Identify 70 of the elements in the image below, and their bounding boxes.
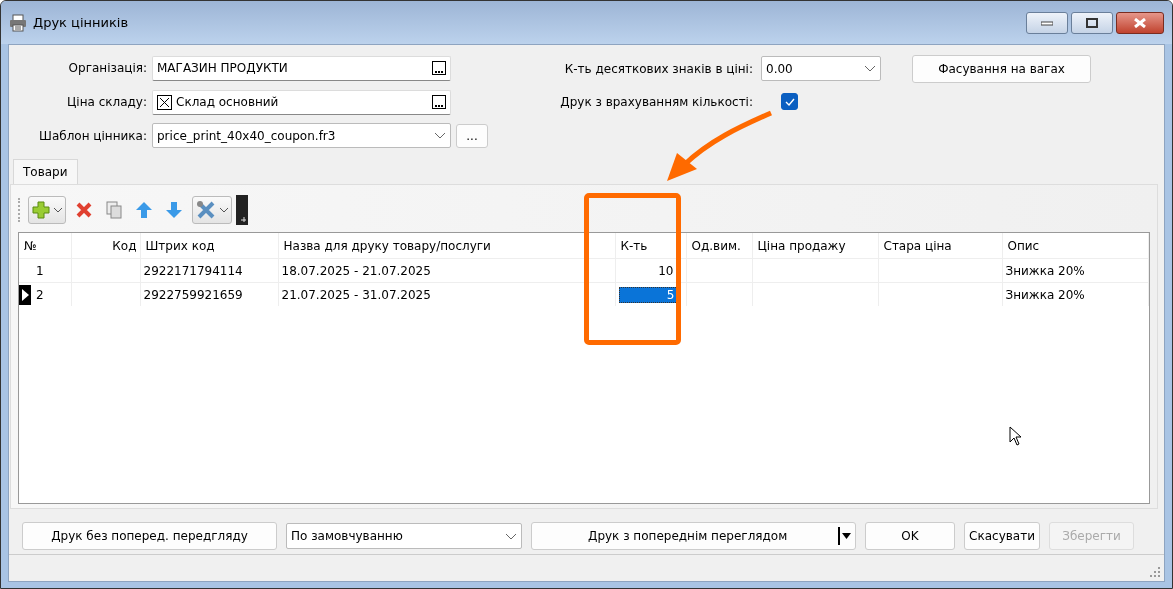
weighing-button[interactable]: Фасування на вагах <box>912 54 1091 83</box>
field-value: Склад основний <box>176 95 280 109</box>
field-value: МАГАЗИН ПРОДУКТИ <box>157 61 289 76</box>
caret-icon <box>54 207 62 213</box>
close-button[interactable] <box>1116 12 1164 34</box>
printer-icon <box>9 13 27 32</box>
dialog-button[interactable]: Скасувати <box>964 522 1040 550</box>
column-header[interactable]: Код <box>71 233 140 259</box>
minimize-button[interactable] <box>1026 12 1068 34</box>
column-header[interactable]: К-ть <box>615 233 686 259</box>
tools-icon <box>196 200 216 220</box>
table-cell: 18.07.2025 - 21.07.2025 <box>278 258 615 283</box>
print-without-preview-button[interactable]: Друк без поперед. передгляду <box>22 522 277 550</box>
minimize-icon <box>1041 20 1053 26</box>
plus-icon <box>32 201 50 219</box>
ellipsis-icon <box>432 61 446 76</box>
column-header[interactable]: Ціна продажу <box>752 233 878 259</box>
copy-icon <box>105 201 123 219</box>
arrow-down-icon <box>165 201 183 219</box>
tools-button[interactable] <box>192 196 232 224</box>
organization-field[interactable]: МАГАЗИН ПРОДУКТИ <box>152 55 451 81</box>
chevron-down-icon <box>864 65 876 72</box>
browse-button[interactable] <box>432 61 446 76</box>
printer-dropdown[interactable]: По замовчуванню <box>286 523 522 549</box>
selected-cell[interactable]: 5 <box>618 286 678 303</box>
cross-icon <box>75 201 93 219</box>
dialog-button[interactable]: OK <box>865 522 955 550</box>
more-button[interactable]: ... <box>456 123 488 148</box>
check-icon <box>784 97 795 106</box>
field-label: К-ть десяткових знаків в ціні: <box>563 61 753 76</box>
maximize-icon <box>1086 18 1098 28</box>
dropdown-arrow-icon[interactable] <box>838 527 852 545</box>
chevron-down-icon <box>505 532 517 540</box>
overflow-icon[interactable] <box>236 195 248 225</box>
column-header[interactable]: Од.вим. <box>686 233 752 259</box>
print-with-preview-button[interactable]: Друк з попереднім переглядом <box>531 522 856 550</box>
column-header[interactable]: № <box>19 233 71 259</box>
clear-icon[interactable] <box>157 94 172 110</box>
field-label: Друк з врахуванням кількості: <box>559 94 753 109</box>
field-label: Ціна складу: <box>66 95 147 109</box>
table-cell: 2922759921659 <box>140 282 278 306</box>
column-header[interactable]: Стара ціна <box>878 233 1002 259</box>
table-cell: Знижка 20% <box>1002 258 1149 283</box>
table-cell: 21.07.2025 - 31.07.2025 <box>278 282 615 306</box>
close-icon <box>1134 18 1146 28</box>
ellipsis-icon <box>432 95 446 109</box>
table-cell: 2922171794114 <box>140 258 278 283</box>
browse-button[interactable] <box>432 95 446 109</box>
column-header[interactable]: Назва для друку товару/послуги <box>278 233 615 259</box>
resize-grip-icon <box>1150 567 1160 577</box>
tab[interactable]: Товари <box>13 159 78 184</box>
column-header[interactable]: Штрих код <box>140 233 278 259</box>
maximize-button[interactable] <box>1071 12 1113 34</box>
row-number: 2 <box>36 287 44 302</box>
warehouse-price-field[interactable]: Склад основний <box>152 89 451 115</box>
template-dropdown[interactable]: price_print_40x40_coupon.fr3 <box>152 123 451 149</box>
table-cell: 10 <box>615 258 686 283</box>
column-header[interactable]: Опис <box>1002 233 1149 259</box>
window-title: Друк цінників <box>33 15 129 30</box>
decimals-dropdown[interactable]: 0.00 <box>761 56 881 81</box>
table-cell: Знижка 20% <box>1002 282 1149 306</box>
caret-icon <box>220 207 228 213</box>
add-button[interactable] <box>28 196 66 224</box>
field-label: Організація: <box>67 61 147 76</box>
arrow-up-icon <box>135 201 153 219</box>
chevron-down-icon <box>434 132 446 140</box>
mouse-cursor-icon <box>1009 426 1022 446</box>
row-number: 1 <box>36 263 44 278</box>
field-label: Шаблон цінника: <box>38 128 147 143</box>
checkbox[interactable] <box>781 93 798 110</box>
